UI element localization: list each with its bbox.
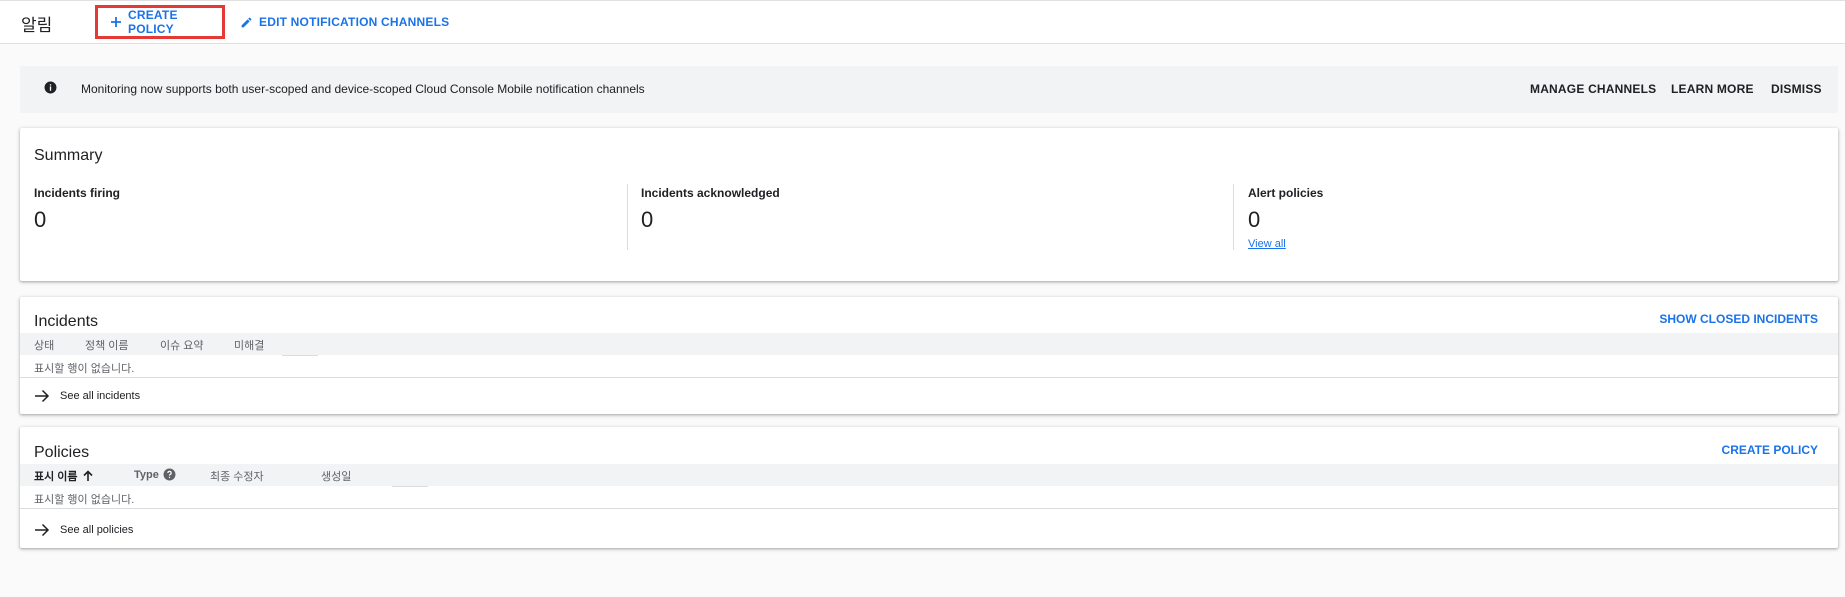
banner-message: Monitoring now supports both user-scoped… (81, 82, 645, 96)
see-all-policies-link[interactable]: See all policies (34, 523, 133, 537)
show-closed-incidents-button[interactable]: SHOW CLOSED INCIDENTS (1659, 312, 1818, 326)
edit-notification-channels-button[interactable]: EDIT NOTIFICATION CHANNELS (240, 5, 449, 39)
stat-label: Incidents acknowledged (641, 186, 780, 200)
column-header-policy-name[interactable]: 정책 이름 (85, 337, 129, 353)
arrow-right-icon (35, 523, 50, 537)
column-header-type-label: Type (134, 468, 159, 481)
column-header-status[interactable]: 상태 (34, 337, 54, 353)
stat-value: 0 (34, 207, 47, 232)
create-policy-label: CREATE POLICY (128, 8, 178, 36)
stat-label: Alert policies (1248, 186, 1324, 200)
arrow-right-icon (35, 389, 50, 403)
stat-incidents-firing: Incidents firing 0 (34, 186, 120, 259)
policies-card: Policies CREATE POLICY 표시 이름 Type 최종 수정자… (20, 427, 1838, 548)
page-content: Monitoring now supports both user-scoped… (0, 44, 1845, 597)
column-header-last-modified-by[interactable]: 최종 수정자 (210, 468, 264, 484)
column-header-type[interactable]: Type (134, 468, 176, 481)
policies-table-header: 표시 이름 Type 최종 수정자 생성일 (20, 464, 1838, 487)
page-title: 알림 (21, 16, 53, 35)
plus-icon (111, 17, 121, 27)
learn-more-button[interactable]: LEARN MORE (1671, 82, 1754, 96)
column-header-created-date[interactable]: 생성일 (321, 468, 351, 484)
stat-divider (627, 184, 628, 250)
summary-card: Summary Incidents firing 0 Incidents ack… (20, 128, 1838, 281)
pencil-icon (241, 17, 252, 27)
sort-ascending-icon (82, 470, 93, 481)
create-policy-button[interactable]: CREATE POLICY (95, 5, 225, 39)
incidents-card: Incidents SHOW CLOSED INCIDENTS 상태 정책 이름… (20, 297, 1838, 414)
column-header-unresolved[interactable]: 미해결 (234, 337, 264, 353)
empty-message: 표시할 행이 없습니다. (34, 494, 135, 506)
manage-channels-button[interactable]: MANAGE CHANNELS (1530, 82, 1656, 96)
stat-value: 0 (641, 207, 654, 232)
policies-title: Policies (34, 444, 90, 461)
empty-message: 표시할 행이 없습니다. (34, 363, 135, 375)
column-header-display-name-label: 표시 이름 (34, 471, 78, 483)
info-icon (44, 81, 57, 94)
edit-channels-label: EDIT NOTIFICATION CHANNELS (259, 15, 450, 29)
info-banner: Monitoring now supports both user-scoped… (20, 66, 1838, 113)
stat-label: Incidents firing (34, 186, 121, 200)
column-header-display-name[interactable]: 표시 이름 (34, 468, 94, 484)
see-all-incidents-label: See all incidents (60, 390, 141, 402)
empty-table-row: 표시할 행이 없습니다. (20, 355, 1838, 378)
see-all-policies-label: See all policies (60, 524, 134, 536)
help-icon[interactable] (163, 468, 176, 481)
create-policy-card-button[interactable]: CREATE POLICY (1722, 443, 1818, 457)
stat-incidents-acknowledged: Incidents acknowledged 0 (641, 186, 780, 259)
stat-alert-policies: Alert policies 0 View all (1248, 186, 1323, 259)
stat-divider (1233, 184, 1234, 250)
stat-value: 0 (1248, 207, 1261, 232)
dismiss-button[interactable]: DISMISS (1771, 82, 1822, 96)
column-header-issue-summary[interactable]: 이슈 요약 (160, 337, 204, 353)
incidents-title: Incidents (34, 313, 99, 330)
summary-title: Summary (34, 147, 103, 164)
see-all-incidents-link[interactable]: See all incidents (34, 389, 140, 403)
view-all-link[interactable]: View all (1248, 238, 1286, 250)
top-toolbar: 알림 CREATE POLICY EDIT NOTIFICATION CHANN… (0, 0, 1845, 44)
incidents-table-header: 상태 정책 이름 이슈 요약 미해결 (20, 333, 1838, 356)
empty-table-row: 표시할 행이 없습니다. (20, 486, 1838, 509)
